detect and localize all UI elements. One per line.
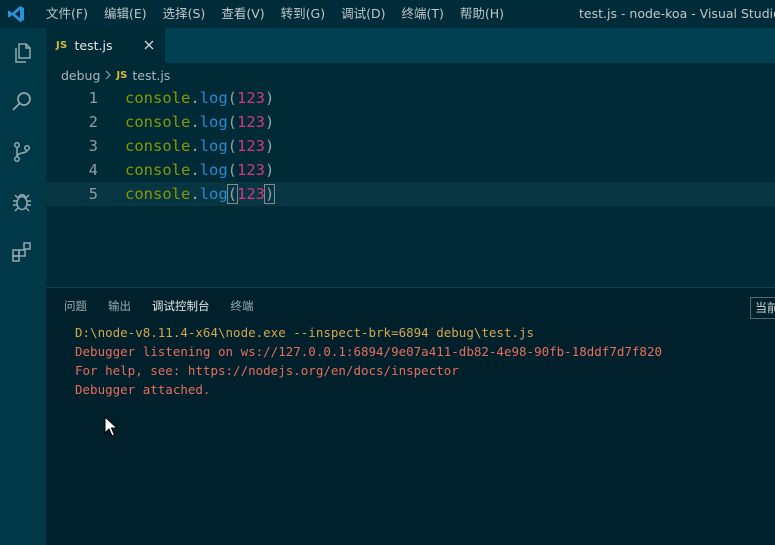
token-paren-close: ) <box>265 161 275 179</box>
menu-help[interactable]: 帮助(H) <box>452 0 512 28</box>
menu-go[interactable]: 转到(G) <box>273 0 333 28</box>
source-control-icon[interactable] <box>7 137 37 167</box>
extensions-icon[interactable] <box>7 236 37 266</box>
token-paren-open: ( <box>227 161 238 179</box>
vscode-window: 文件(F) 编辑(E) 选择(S) 查看(V) 转到(G) 调试(D) 终端(T… <box>0 0 775 545</box>
token-object: console <box>125 137 191 155</box>
menu-selection[interactable]: 选择(S) <box>155 0 214 28</box>
bottom-panel: 问题 输出 调试控制台 终端 当前 D:\node-v8.11.4-x64\no… <box>46 287 775 545</box>
token-function: log <box>199 137 228 155</box>
window-title: test.js - node-koa - Visual Studio Code <box>579 6 775 21</box>
search-icon[interactable] <box>7 87 37 117</box>
editor-tab-bar: JS test.js <box>46 28 775 63</box>
menu-debug[interactable]: 调试(D) <box>333 0 393 28</box>
close-icon[interactable] <box>141 37 157 53</box>
token-object: console <box>125 113 191 131</box>
token-paren-open: ( <box>227 137 238 155</box>
token-function: log <box>199 161 228 179</box>
console-line: For help, see: https://nodejs.org/en/doc… <box>75 363 459 378</box>
code-line[interactable]: 2 console.log(123) <box>46 110 775 134</box>
tab-terminal[interactable]: 终端 <box>231 298 254 314</box>
token-dot: . <box>190 161 200 179</box>
token-paren-close: ) <box>265 89 275 107</box>
token-number: 123 <box>237 137 266 155</box>
token-paren-open: ( <box>227 113 238 131</box>
breadcrumb: debug JS test.js <box>61 64 170 86</box>
token-function: log <box>199 89 228 107</box>
js-file-icon: JS <box>116 69 128 81</box>
code-line[interactable]: 3 console.log(123) <box>46 134 775 158</box>
console-line: Debugger attached. <box>75 382 211 397</box>
panel-filter-dropdown[interactable]: 当前 <box>750 297 775 319</box>
mouse-pointer-icon <box>104 415 119 438</box>
panel-tabs: 问题 输出 调试控制台 终端 <box>64 298 275 314</box>
code-text: console.log(123) <box>125 110 274 134</box>
token-dot: . <box>190 137 200 155</box>
token-dot: . <box>190 113 200 131</box>
js-file-icon: JS <box>56 40 68 51</box>
token-function: log <box>199 113 228 131</box>
token-number: 123 <box>237 185 266 203</box>
debug-console-output[interactable]: D:\node-v8.11.4-x64\node.exe --inspect-b… <box>75 323 662 399</box>
token-function: log <box>199 185 228 203</box>
code-line-current[interactable]: 5 console.log(123) <box>46 182 775 206</box>
chevron-right-icon <box>104 70 112 80</box>
token-paren-open: ( <box>226 184 239 204</box>
console-line: Debugger listening on ws://127.0.0.1:689… <box>75 344 662 359</box>
code-line[interactable]: 4 console.log(123) <box>46 158 775 182</box>
line-number: 5 <box>88 185 98 203</box>
code-text: console.log(123) <box>125 86 274 110</box>
code-line[interactable]: 1 console.log(123) <box>46 86 775 110</box>
console-line: D:\node-v8.11.4-x64\node.exe --inspect-b… <box>75 325 535 340</box>
token-paren-open: ( <box>227 89 238 107</box>
token-number: 123 <box>237 89 266 107</box>
tab-debug-console[interactable]: 调试控制台 <box>152 298 210 314</box>
token-number: 123 <box>237 113 266 131</box>
activity-bar <box>0 28 46 545</box>
tab-label: test.js <box>74 38 113 53</box>
token-object: console <box>125 185 191 203</box>
token-object: console <box>125 161 191 179</box>
menu-bar: 文件(F) 编辑(E) 选择(S) 查看(V) 转到(G) 调试(D) 终端(T… <box>38 0 512 28</box>
token-paren-close: ) <box>263 184 276 204</box>
token-number: 123 <box>237 161 266 179</box>
token-object: console <box>125 89 191 107</box>
line-number: 4 <box>88 161 98 179</box>
menu-terminal[interactable]: 终端(T) <box>393 0 451 28</box>
line-number: 2 <box>88 113 98 131</box>
token-paren-close: ) <box>265 137 275 155</box>
title-bar: 文件(F) 编辑(E) 选择(S) 查看(V) 转到(G) 调试(D) 终端(T… <box>0 0 775 28</box>
line-number: 3 <box>88 137 98 155</box>
tab-problems[interactable]: 问题 <box>64 298 87 314</box>
line-number: 1 <box>88 89 98 107</box>
token-dot: . <box>190 185 200 203</box>
token-dot: . <box>190 89 200 107</box>
menu-edit[interactable]: 编辑(E) <box>96 0 155 28</box>
files-icon[interactable] <box>7 38 37 68</box>
code-text: console.log(123) <box>125 158 274 182</box>
tab-test-js[interactable]: JS test.js <box>46 28 165 63</box>
bug-icon[interactable] <box>7 187 37 217</box>
breadcrumb-folder[interactable]: debug <box>61 68 100 83</box>
menu-file[interactable]: 文件(F) <box>38 0 96 28</box>
token-paren-close: ) <box>265 113 275 131</box>
code-editor[interactable]: 1 console.log(123) 2 console.log(123) 3 … <box>46 86 775 286</box>
vscode-logo-icon <box>2 0 30 28</box>
menu-view[interactable]: 查看(V) <box>213 0 272 28</box>
breadcrumb-file[interactable]: test.js <box>132 68 170 83</box>
code-text: console.log(123) <box>125 134 274 158</box>
tab-output[interactable]: 输出 <box>108 298 131 314</box>
code-text: console.log(123) <box>125 182 276 206</box>
